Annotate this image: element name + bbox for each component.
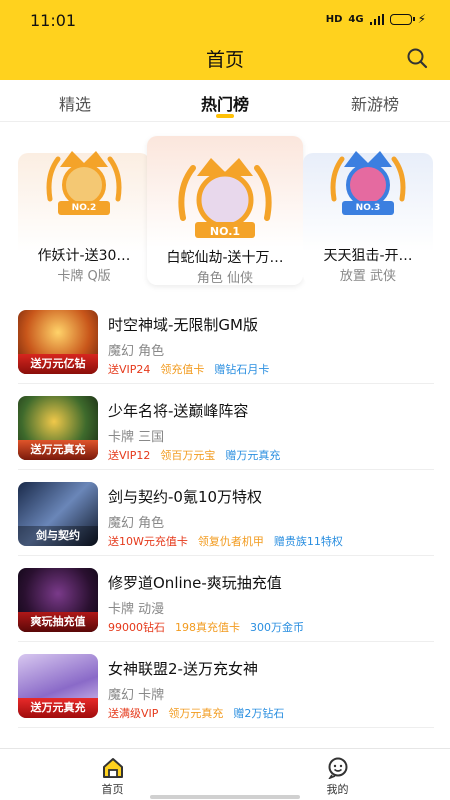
thumbnail-banner: 剑与契约	[18, 526, 98, 546]
search-icon[interactable]	[406, 47, 428, 69]
page-title: 首页	[205, 49, 244, 71]
podium-game-tags: 卡牌 Q版	[57, 269, 111, 284]
network-label: HD	[325, 13, 343, 25]
perk-tag: 领复仇者机甲	[197, 535, 264, 548]
status-bar: 11:01 HD 4G ⚡	[0, 0, 450, 44]
home-indicator[interactable]	[150, 795, 300, 799]
nav-mine-label: 我的	[326, 783, 349, 796]
podium-card-rank-1[interactable]: NO.1 白蛇仙劫-送十万… 角色 仙侠	[147, 136, 303, 286]
bottom-nav: 首页 我的	[0, 748, 450, 800]
game-name: 少年名将-送巅峰阵容	[108, 402, 249, 420]
charging-icon: ⚡	[417, 12, 426, 26]
game-genre: 魔幻 卡牌	[108, 688, 165, 703]
list-item[interactable]: 送万元真充 女神联盟2-送万充女神 魔幻 卡牌 送满级VIP 领万元真充 赠2万…	[18, 642, 434, 728]
game-genre: 卡牌 动漫	[108, 602, 165, 617]
list-item[interactable]: 剑与契约 剑与契约-0氪10万特权 魔幻 角色 送10W元充值卡 领复仇者机甲 …	[18, 470, 434, 556]
thumbnail-banner: 爽玩抽充值	[18, 612, 98, 632]
top-bar: 11:01 HD 4G ⚡ 首页	[0, 0, 450, 80]
game-genre: 魔幻 角色	[108, 516, 165, 531]
nav-mine[interactable]: 我的	[225, 749, 450, 800]
podium-game-title: 天天狙击-开…	[323, 248, 413, 264]
perk-tag: 送VIP12	[108, 449, 151, 462]
game-thumbnail: 送万元真充	[18, 654, 98, 718]
game-name: 剑与契约-0氪10万特权	[108, 488, 263, 506]
ranking-podium: NO.2 作妖计-送30… 卡牌 Q版 NO.1 白蛇仙劫-送十万… 角色 仙侠…	[0, 128, 450, 288]
game-thumbnail: 送万元亿钻	[18, 310, 98, 374]
podium-card-rank-2[interactable]: NO.2 作妖计-送30… 卡牌 Q版	[18, 151, 150, 285]
perk-tag: 领百万元宝	[160, 449, 216, 462]
list-item[interactable]: 送万元亿钻 时空神域-无限制GM版 魔幻 角色 送VIP24 领充值卡 赠钻石月…	[18, 298, 434, 384]
perk-tag: 99000钻石	[108, 621, 165, 634]
game-thumbnail: 爽玩抽充值	[18, 568, 98, 632]
game-perks: 送10W元充值卡 领复仇者机甲 赠贵族11特权	[108, 533, 343, 549]
game-genre: 魔幻 角色	[108, 344, 165, 359]
game-name: 修罗道Online-爽玩抽充值	[108, 574, 282, 592]
perk-tag: 领充值卡	[160, 363, 205, 376]
thumbnail-banner: 送万元亿钻	[18, 354, 98, 374]
perk-tag: 198真充值卡	[175, 621, 240, 634]
tab-bar: 精选 热门榜 新游榜	[0, 80, 450, 122]
home-icon	[102, 758, 123, 778]
list-item[interactable]: 送万元真充 少年名将-送巅峰阵容 卡牌 三国 送VIP12 领百万元宝 赠万元真…	[18, 384, 434, 470]
game-name: 女神联盟2-送万充女神	[108, 660, 258, 678]
podium-game-title: 作妖计-送30…	[37, 248, 131, 264]
perk-tag: 赠钻石月卡	[214, 363, 270, 376]
game-perks: 送VIP24 领充值卡 赠钻石月卡	[108, 361, 269, 377]
perk-tag: 赠2万钻石	[233, 707, 285, 720]
nav-home[interactable]: 首页	[0, 749, 225, 800]
podium-card-rank-3[interactable]: NO.3 天天狙击-开… 放置 武侠	[303, 151, 433, 285]
podium-game-tags: 放置 武侠	[339, 269, 397, 284]
game-perks: 99000钻石 198真充值卡 300万金币	[108, 619, 304, 635]
list-item[interactable]: 爽玩抽充值 修罗道Online-爽玩抽充值 卡牌 动漫 99000钻石 198真…	[18, 556, 434, 642]
status-time: 11:01	[30, 11, 77, 30]
perk-tag: 送10W元充值卡	[108, 535, 188, 548]
game-thumbnail: 剑与契约	[18, 482, 98, 546]
perk-tag: 赠贵族11特权	[273, 535, 343, 548]
podium-game-tags: 角色 仙侠	[196, 271, 254, 286]
tab-hot-ranking[interactable]: 热门榜	[150, 80, 300, 121]
perk-tag: 送VIP24	[108, 363, 151, 376]
thumbnail-banner: 送万元真充	[18, 440, 98, 460]
battery-icon	[389, 13, 415, 25]
podium-rank-label: NO.3	[355, 203, 381, 213]
thumbnail-banner: 送万元真充	[18, 698, 98, 718]
podium-rank-label: NO.1	[209, 225, 241, 238]
perk-tag: 300万金币	[250, 621, 304, 634]
game-perks: 送VIP12 领百万元宝 赠万元真充	[108, 447, 280, 463]
tab-featured[interactable]: 精选	[0, 80, 150, 121]
status-icons: HD 4G ⚡	[326, 12, 426, 26]
perk-tag: 领万元真充	[168, 707, 224, 720]
nav-home-label: 首页	[101, 783, 124, 796]
signal-label: 4G	[348, 13, 364, 25]
game-perks: 送满级VIP 领万元真充 赠2万钻石	[108, 705, 284, 721]
signal-icon	[369, 13, 384, 25]
game-thumbnail: 送万元真充	[18, 396, 98, 460]
podium-rank-label: NO.2	[71, 203, 97, 213]
game-name: 时空神域-无限制GM版	[108, 316, 258, 334]
game-genre: 卡牌 三国	[108, 430, 165, 445]
tab-new-ranking[interactable]: 新游榜	[300, 80, 450, 121]
perk-tag: 赠万元真充	[225, 449, 281, 462]
profile-icon	[327, 757, 347, 779]
podium-game-title: 白蛇仙劫-送十万…	[166, 250, 284, 266]
perk-tag: 送满级VIP	[108, 707, 159, 720]
